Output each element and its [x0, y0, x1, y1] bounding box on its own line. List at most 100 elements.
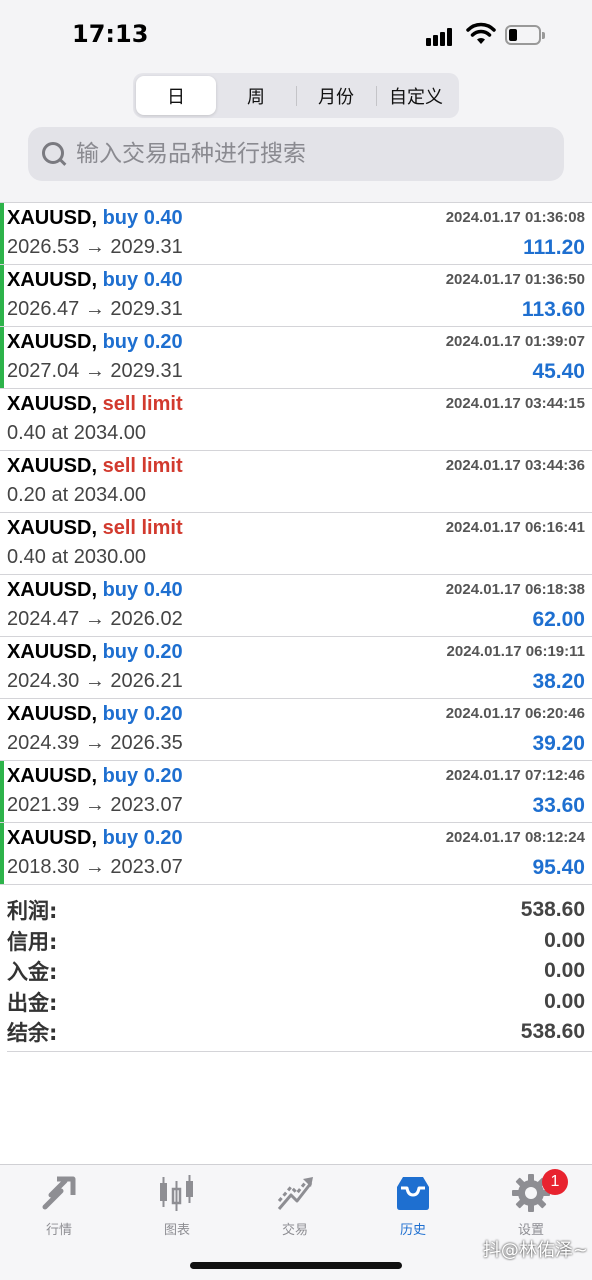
order-symbol: XAUUSD, sell limit: [7, 455, 183, 478]
order-row[interactable]: XAUUSD, buy 0.40 2024.01.17 06:18:38 2024.…: [0, 575, 592, 637]
order-profit: 95.40: [532, 856, 585, 879]
order-row[interactable]: XAUUSD, buy 0.20 2024.01.17 06:19:11 2024.…: [0, 637, 592, 699]
tab-quotes-label: 行情: [45, 1223, 72, 1238]
order-row[interactable]: XAUUSD, sell limit 2024.01.17 03:44:15 0.4…: [0, 389, 592, 451]
order-prices: 2024.47 → 2026.02: [7, 608, 183, 630]
order-prices: 2026.53 → 2029.31: [7, 236, 183, 258]
order-symbol: XAUUSD, buy 0.20: [7, 331, 183, 354]
order-row[interactable]: XAUUSD, buy 0.40 2024.01.17 01:36:08 2026.…: [0, 203, 592, 265]
summary-value: 538.60: [520, 1020, 585, 1044]
summary-row: 结余: 538.60: [7, 1017, 585, 1048]
order-time: 2024.01.17 01:36:08: [445, 209, 585, 226]
period-segmented-control: 日 周 月份 自定义: [133, 73, 459, 118]
summary-value: 0.00: [544, 928, 585, 952]
period-tab-week[interactable]: 周: [216, 76, 296, 115]
period-tab-month[interactable]: 月份: [296, 76, 376, 115]
order-prices: 2027.04 → 2029.31: [7, 360, 183, 382]
order-symbol: XAUUSD, sell limit: [7, 393, 183, 416]
order-type: sell limit: [102, 455, 183, 477]
order-symbol: XAUUSD, buy 0.20: [7, 827, 183, 850]
status-time: 17:13: [72, 20, 149, 48]
summary-divider: [7, 1051, 592, 1052]
order-prices: 2026.47 → 2029.31: [7, 298, 183, 320]
search-box[interactable]: [28, 127, 564, 181]
order-row[interactable]: XAUUSD, buy 0.20 2024.01.17 01:39:07 2027.…: [0, 327, 592, 389]
tab-chart-label: 图表: [163, 1223, 190, 1238]
tab-trade[interactable]: 交易: [236, 1173, 354, 1243]
order-time: 2024.01.17 06:20:46: [445, 705, 585, 722]
period-tab-custom[interactable]: 自定义: [376, 76, 456, 115]
order-history-list: XAUUSD, buy 0.40 2024.01.17 01:36:08 2026.…: [0, 203, 592, 885]
tab-history[interactable]: 历史: [354, 1173, 472, 1243]
order-symbol-text: XAUUSD,: [7, 331, 98, 353]
summary-value: 0.00: [544, 959, 585, 983]
account-summary: 利润: 538.60 信用: 0.00 入金: 0.00 出金: 0.00 结余: 538.60: [0, 895, 592, 1048]
order-row[interactable]: XAUUSD, sell limit 2024.01.17 06:16:41 0.4…: [0, 513, 592, 575]
order-time: 2024.01.17 06:19:11: [446, 643, 585, 660]
order-prices: 2024.30 → 2026.21: [7, 670, 183, 692]
order-row[interactable]: XAUUSD, buy 0.40 2024.01.17 01:36:50 2026.…: [0, 265, 592, 327]
summary-value: 538.60: [520, 898, 585, 922]
settings-notification-badge: 1: [542, 1169, 568, 1195]
tab-settings[interactable]: 1 设置: [472, 1169, 590, 1243]
cellular-signal-icon: [426, 26, 458, 46]
order-symbol-text: XAUUSD,: [7, 393, 98, 415]
order-time: 2024.01.17 01:39:07: [445, 333, 585, 350]
tab-history-label: 历史: [399, 1223, 426, 1238]
order-symbol-text: XAUUSD,: [7, 517, 98, 539]
history-header: 日 周 月份 自定义: [0, 70, 592, 203]
order-symbol: XAUUSD, buy 0.40: [7, 207, 183, 230]
order-type: sell limit: [102, 517, 183, 539]
battery-icon: [505, 25, 545, 45]
order-type: buy 0.20: [102, 703, 183, 725]
order-type: buy 0.40: [102, 269, 183, 291]
chart-icon: [160, 1175, 193, 1211]
order-prices: 2018.30 → 2023.07: [7, 856, 183, 878]
summary-label: 利润:: [7, 899, 58, 924]
order-time: 2024.01.17 03:44:36: [445, 457, 585, 474]
search-input[interactable]: [76, 141, 536, 167]
summary-row: 利润: 538.60: [7, 895, 585, 926]
summary-label: 出金:: [7, 990, 58, 1015]
order-symbol: XAUUSD, buy 0.40: [7, 579, 183, 602]
tab-trade-label: 交易: [281, 1223, 308, 1238]
quotes-icon: [42, 1176, 76, 1210]
order-profit: 111.20: [523, 236, 585, 259]
order-prices: 2021.39 → 2023.07: [7, 794, 183, 816]
order-time: 2024.01.17 06:16:41: [445, 519, 585, 536]
summary-value: 0.00: [544, 989, 585, 1013]
status-bar: 17:13: [0, 0, 592, 70]
tab-chart[interactable]: 图表: [118, 1173, 236, 1243]
order-row[interactable]: XAUUSD, buy 0.20 2024.01.17 07:12:46 2021.…: [0, 761, 592, 823]
order-row[interactable]: XAUUSD, buy 0.20 2024.01.17 08:12:24 2018.…: [0, 823, 592, 885]
order-prices: 2024.39 → 2026.35: [7, 732, 183, 754]
order-row[interactable]: XAUUSD, sell limit 2024.01.17 03:44:36 0.2…: [0, 451, 592, 513]
order-time: 2024.01.17 08:12:24: [445, 829, 585, 846]
order-time: 2024.01.17 01:36:50: [445, 271, 585, 288]
order-time: 2024.01.17 07:12:46: [445, 767, 585, 784]
wifi-icon: [466, 22, 496, 44]
order-profit: 39.20: [532, 732, 585, 755]
order-prices: 0.40 at 2034.00: [7, 422, 147, 444]
order-symbol: XAUUSD, buy 0.40: [7, 269, 183, 292]
order-symbol: XAUUSD, buy 0.20: [7, 703, 183, 726]
order-type: buy 0.40: [102, 207, 183, 229]
order-type: sell limit: [102, 393, 183, 415]
order-symbol-text: XAUUSD,: [7, 269, 98, 291]
order-symbol-text: XAUUSD,: [7, 579, 98, 601]
order-symbol: XAUUSD, buy 0.20: [7, 641, 183, 664]
period-tab-day[interactable]: 日: [136, 76, 216, 115]
order-prices: 0.40 at 2030.00: [7, 546, 147, 568]
order-profit: 38.20: [532, 670, 585, 693]
order-symbol: XAUUSD, buy 0.20: [7, 765, 183, 788]
summary-label: 结余:: [7, 1021, 58, 1046]
order-row[interactable]: XAUUSD, buy 0.20 2024.01.17 06:20:46 2024.…: [0, 699, 592, 761]
tab-quotes[interactable]: 行情: [0, 1173, 118, 1243]
order-symbol-text: XAUUSD,: [7, 207, 98, 229]
summary-row: 出金: 0.00: [7, 987, 585, 1018]
order-profit: 33.60: [532, 794, 585, 817]
order-profit: 45.40: [532, 360, 585, 383]
search-icon: [40, 140, 68, 168]
order-type: buy 0.20: [102, 827, 183, 849]
summary-row: 入金: 0.00: [7, 956, 585, 987]
